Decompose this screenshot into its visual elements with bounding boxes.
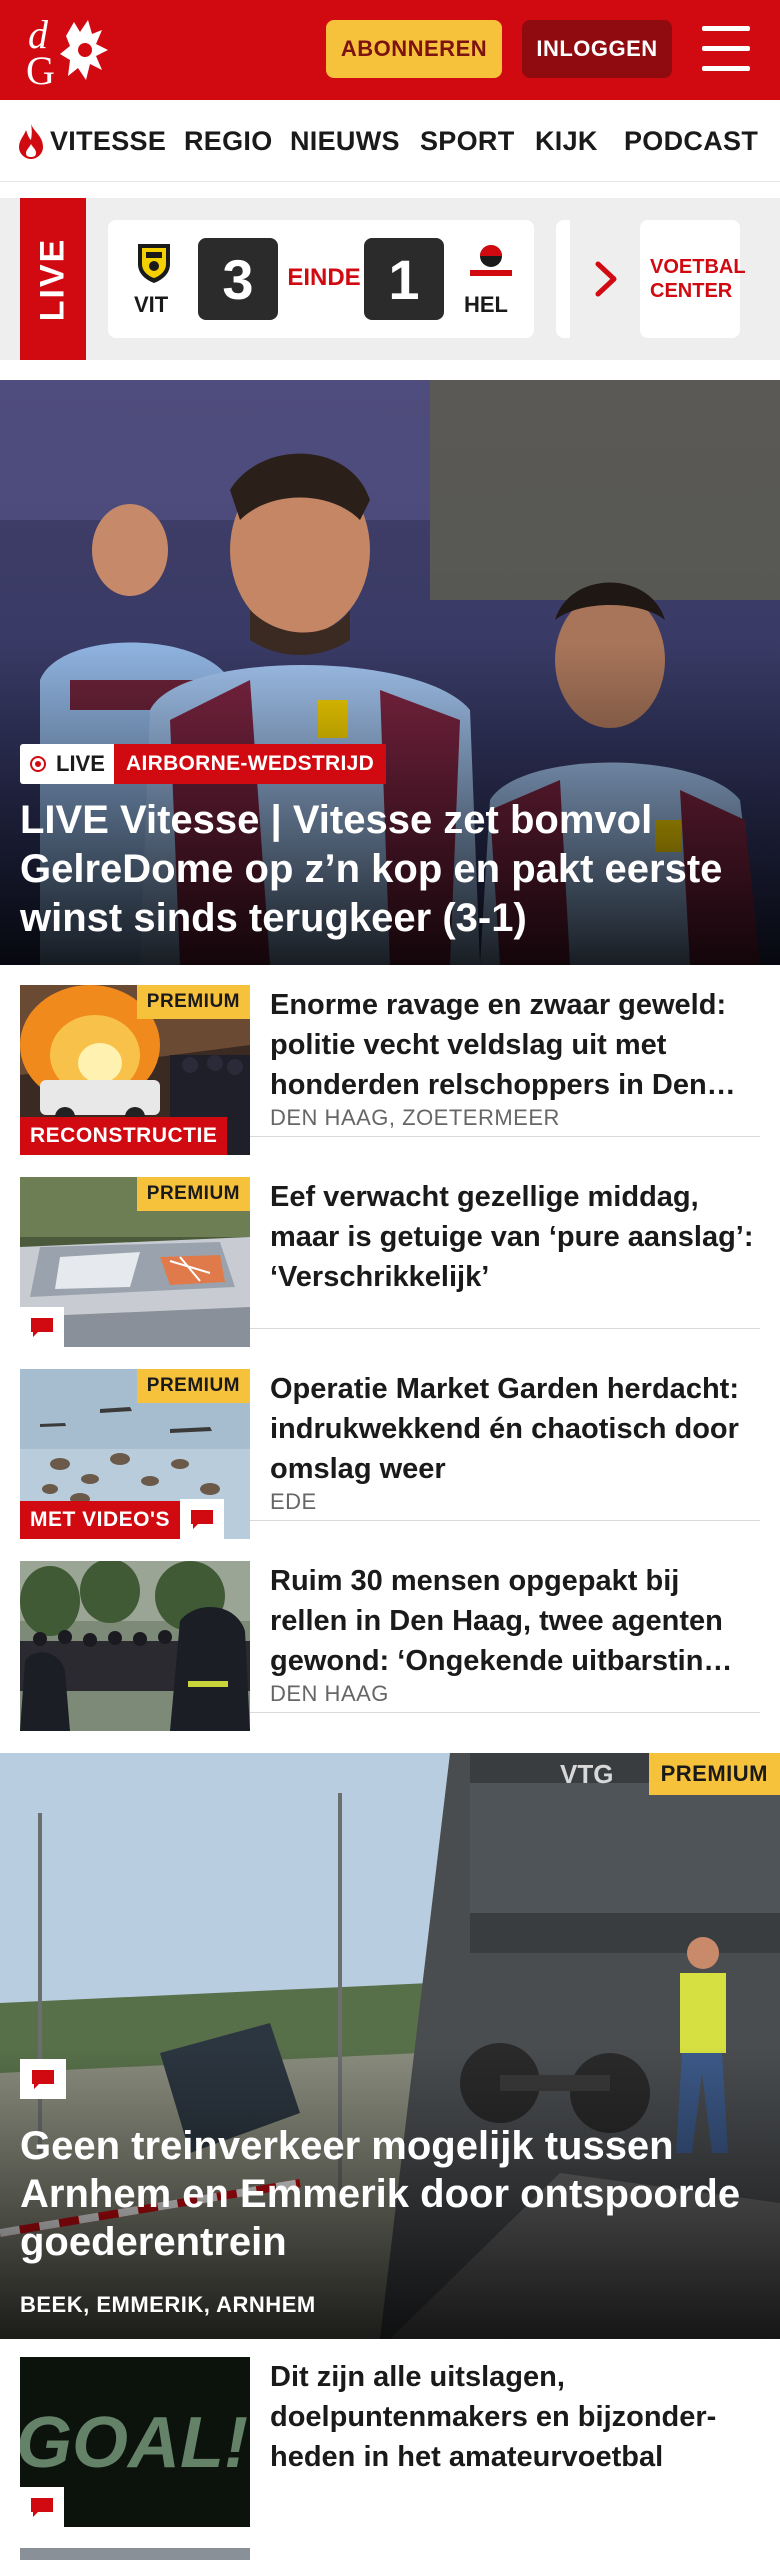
feature-location: BEEK, EMMERIK, ARNHEM <box>20 2292 316 2317</box>
article-title[interactable]: Ruim 30 mensen opgepakt bij rellen in De… <box>270 1561 760 1681</box>
menu-icon[interactable] <box>700 24 752 74</box>
nav-item-kijk[interactable]: KIJK <box>535 126 598 157</box>
flame-icon <box>19 124 43 159</box>
vitesse-crest-icon <box>138 244 170 283</box>
football-center-link[interactable]: VOETBAL CENTER <box>640 220 746 338</box>
list-item[interactable]: PREMIUM MET VIDEO'S Operatie Market Gard… <box>20 1349 760 1539</box>
article-location: EDE <box>270 1489 317 1514</box>
football-center-label: VOETBAL CENTER <box>650 256 746 302</box>
article-location: DEN HAAG, ZOETERMEER <box>270 1105 560 1130</box>
next-item-peek <box>20 2548 250 2560</box>
article-title[interactable]: Enorme ravage en zwaar geweld: politie v… <box>270 985 760 1105</box>
svg-text:G: G <box>26 48 55 88</box>
live-tab-label: LIVE <box>33 237 72 321</box>
article-location: DEN HAAG <box>270 1681 389 1706</box>
dg-logo[interactable]: d G <box>22 14 122 88</box>
list-item[interactable]: GOAL! Dit zijn alle uitslagen, doelpunte… <box>20 2339 760 2527</box>
comment-icon <box>20 2487 64 2527</box>
top-bar: d G ABONNEREN INLOGGEN <box>0 0 780 100</box>
main-nav: VITESSE REGIO NIEUWS SPORT KIJK PODCAST <box>0 100 780 182</box>
live-scoreboard: LIVE VIT 3 EINDE 1 HEL VOETBAL CENTER <box>0 198 780 360</box>
subscribe-button[interactable]: ABONNEREN <box>326 20 502 78</box>
nav-item-nieuws[interactable]: NIEUWS <box>290 126 400 157</box>
live-badge: LIVE <box>20 744 117 784</box>
login-button[interactable]: INLOGGEN <box>522 20 672 78</box>
article-title[interactable]: Operatie Market Garden herdacht: indrukw… <box>270 1369 760 1489</box>
premium-badge: PREMIUM <box>136 985 250 1019</box>
comment-icon <box>180 1499 224 1539</box>
live-tab[interactable]: LIVE <box>20 198 86 360</box>
match-status: EINDE <box>287 264 361 291</box>
hero-title[interactable]: LIVE Vitesse | Vitesse zet bomvol GelreD… <box>20 796 765 943</box>
article-title[interactable]: Dit zijn alle uitslagen, doelpuntenmaker… <box>270 2357 760 2477</box>
article-thumbnail: PREMIUM RECONSTRUCTIE <box>20 985 250 1155</box>
thumbnail-text: GOAL! <box>20 2403 248 2483</box>
premium-badge: PREMIUM <box>136 1177 250 1211</box>
feature-title[interactable]: Geen treinverkeer mogelijk tussen Arnhem… <box>20 2122 770 2266</box>
premium-badge: PREMIUM <box>648 1753 780 1795</box>
article-thumbnail <box>20 1561 250 1731</box>
home-team-code: VIT <box>134 292 169 317</box>
comment-icon <box>20 1307 64 1347</box>
match-card[interactable]: VIT 3 EINDE 1 HEL <box>108 220 534 338</box>
live-dot-icon <box>30 756 46 772</box>
article-label: MET VIDEO'S <box>20 1501 181 1539</box>
article-label: RECONSTRUCTIE <box>20 1117 228 1155</box>
helmond-sport-crest-icon <box>470 245 512 276</box>
next-match-card[interactable] <box>556 220 570 338</box>
article-thumbnail: PREMIUM <box>20 1177 250 1347</box>
nav-item-sport[interactable]: SPORT <box>420 126 515 157</box>
away-score: 1 <box>364 238 444 320</box>
list-item[interactable]: Ruim 30 mensen opgepakt bij rellen in De… <box>20 1541 760 1731</box>
article-title[interactable]: Eef verwacht gezellige middag, maar is g… <box>270 1177 760 1297</box>
nav-item-vitesse[interactable]: VITESSE <box>50 126 166 157</box>
live-badge-label: LIVE <box>56 751 105 776</box>
article-thumbnail: PREMIUM MET VIDEO'S <box>20 1369 250 1539</box>
premium-badge: PREMIUM <box>136 1369 250 1403</box>
nav-item-podcast[interactable]: PODCAST <box>624 126 758 157</box>
hero-category-badge: AIRBORNE-WEDSTRIJD <box>114 744 387 784</box>
home-score: 3 <box>198 238 278 320</box>
list-item[interactable]: PREMIUM RECONSTRUCTIE Enorme ravage en z… <box>20 965 760 1155</box>
nav-item-regio[interactable]: REGIO <box>184 126 273 157</box>
away-team-code: HEL <box>464 292 508 317</box>
list-item[interactable]: PREMIUM Eef verwacht gezellige middag, m… <box>20 1157 760 1347</box>
chevron-right-icon[interactable] <box>592 260 620 298</box>
article-thumbnail: GOAL! <box>20 2357 250 2527</box>
comment-icon <box>20 2059 66 2099</box>
